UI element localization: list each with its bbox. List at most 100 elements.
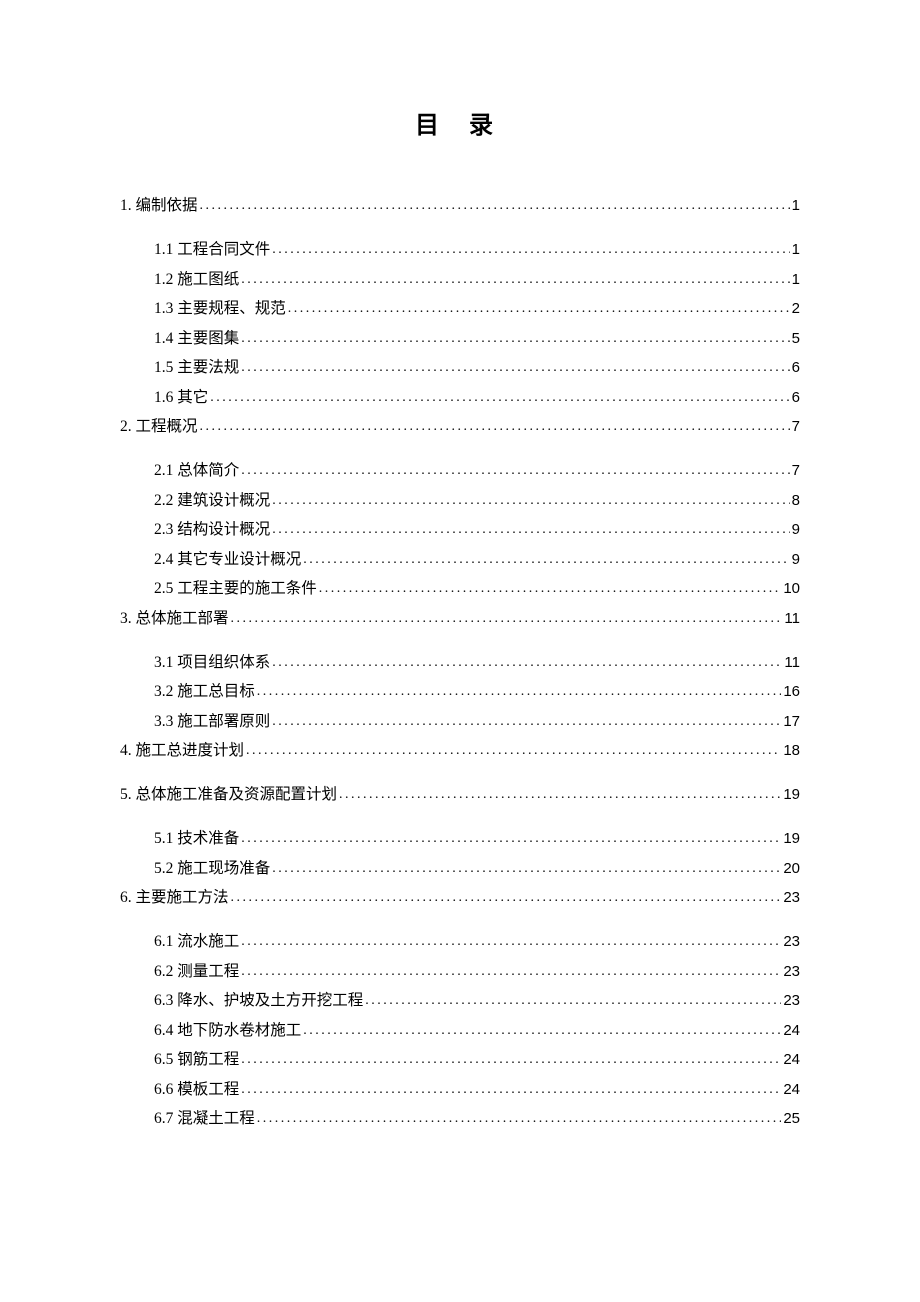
toc-leader-dots [303, 1024, 781, 1038]
toc-entry-level2[interactable]: 1.4 主要图集 5 [154, 331, 800, 347]
toc-leader-dots [257, 685, 782, 699]
toc-page-number: 1 [792, 242, 800, 257]
toc-entry-level2[interactable]: 2.1 总体简介7 [154, 463, 800, 479]
toc-page-number: 17 [783, 714, 800, 729]
toc-leader-dots [272, 656, 782, 670]
toc-leader-dots [241, 832, 781, 846]
table-of-contents: 1. 编制依据 11.1 工程合同文件11.2 施工图纸11.3 主要规程、规范… [120, 198, 800, 1127]
toc-page-number: 24 [783, 1082, 800, 1097]
toc-leader-dots [200, 199, 790, 213]
toc-leader-dots [257, 1112, 782, 1126]
toc-section: 6. 主要施工方法 236.1 流水施工236.2 测量工程236.3 降水、护… [120, 890, 800, 1127]
toc-label: 1.3 主要规程、规范 [154, 301, 286, 317]
toc-section: 1. 编制依据 11.1 工程合同文件11.2 施工图纸11.3 主要规程、规范… [120, 198, 800, 406]
toc-leader-dots [200, 420, 790, 434]
toc-page-number: 1 [792, 198, 800, 213]
toc-entry-level1[interactable]: 1. 编制依据 1 [120, 198, 800, 214]
toc-label: 1.5 主要法规 [154, 360, 239, 376]
toc-entry-level2[interactable]: 1.6 其它6 [154, 390, 800, 406]
toc-label: 2.5 工程主要的施工条件 [154, 581, 317, 597]
toc-leader-dots [231, 612, 783, 626]
toc-entry-level1[interactable]: 3. 总体施工部署 11 [120, 611, 800, 627]
toc-leader-dots [241, 464, 789, 478]
toc-entry-level2[interactable]: 3.2 施工总目标 16 [154, 684, 800, 700]
toc-page-number: 23 [783, 964, 800, 979]
toc-label: 2.3 结构设计概况 [154, 522, 270, 538]
toc-entry-level2[interactable]: 6.6 模板工程 24 [154, 1082, 800, 1098]
toc-page-number: 16 [783, 684, 800, 699]
toc-entry-level2[interactable]: 1.5 主要法规6 [154, 360, 800, 376]
toc-label: 3.2 施工总目标 [154, 684, 255, 700]
toc-label: 2.1 总体简介 [154, 463, 239, 479]
toc-leader-dots [231, 891, 782, 905]
toc-entry-level2[interactable]: 2.5 工程主要的施工条件 10 [154, 581, 800, 597]
toc-leader-dots [272, 862, 781, 876]
toc-page-number: 5 [792, 331, 800, 346]
toc-entry-level2[interactable]: 2.3 结构设计概况9 [154, 522, 800, 538]
toc-entry-level2[interactable]: 5.1 技术准备 19 [154, 831, 800, 847]
toc-leader-dots [339, 788, 781, 802]
toc-page-number: 19 [783, 831, 800, 846]
toc-label: 1.4 主要图集 [154, 331, 239, 347]
toc-page-number: 23 [783, 934, 800, 949]
toc-leader-dots [241, 1053, 781, 1067]
toc-entry-level2[interactable]: 6.3 降水、护坡及土方开挖工程23 [154, 993, 800, 1009]
toc-entry-level2[interactable]: 3.1 项目组织体系 11 [154, 655, 800, 671]
toc-leader-dots [241, 1083, 781, 1097]
toc-label: 5.2 施工现场准备 [154, 861, 270, 877]
toc-page-number: 20 [783, 861, 800, 876]
toc-section: 5. 总体施工准备及资源配置计划 19 5.1 技术准备 19 5.2 施工现场准备 2… [120, 787, 800, 877]
toc-label: 6.4 地下防水卷材施工 [154, 1023, 301, 1039]
toc-page-number: 11 [784, 655, 800, 670]
toc-leader-dots [272, 523, 789, 537]
toc-entry-level2[interactable]: 3.3 施工部署原则17 [154, 714, 800, 730]
toc-entry-level1[interactable]: 4. 施工总进度计划 18 [120, 743, 800, 759]
toc-label: 6.2 测量工程 [154, 964, 239, 980]
toc-page-number: 24 [783, 1052, 800, 1067]
toc-page-number: 2 [792, 301, 800, 316]
toc-page-number: 11 [784, 611, 800, 626]
toc-entry-level2[interactable]: 2.2 建筑设计概况8 [154, 493, 800, 509]
toc-leader-dots [272, 243, 789, 257]
toc-leader-dots [241, 273, 789, 287]
toc-label: 1. 编制依据 [120, 198, 198, 214]
toc-label: 2. 工程概况 [120, 419, 198, 435]
toc-leader-dots [365, 994, 781, 1008]
toc-entry-level2[interactable]: 6.7 混凝土工程25 [154, 1111, 800, 1127]
toc-page-number: 10 [783, 581, 800, 596]
toc-entry-level1[interactable]: 2. 工程概况 7 [120, 419, 800, 435]
toc-entry-level1[interactable]: 6. 主要施工方法 23 [120, 890, 800, 906]
toc-label: 6.6 模板工程 [154, 1082, 239, 1098]
toc-entry-level2[interactable]: 1.2 施工图纸1 [154, 272, 800, 288]
toc-label: 6. 主要施工方法 [120, 890, 229, 906]
toc-page-number: 9 [792, 552, 800, 567]
toc-leader-dots [246, 744, 781, 758]
toc-label: 6.7 混凝土工程 [154, 1111, 255, 1127]
toc-label: 1.1 工程合同文件 [154, 242, 270, 258]
toc-label: 3. 总体施工部署 [120, 611, 229, 627]
toc-page-number: 8 [792, 493, 800, 508]
toc-entry-level1[interactable]: 5. 总体施工准备及资源配置计划 19 [120, 787, 800, 803]
toc-leader-dots [288, 302, 790, 316]
toc-page-number: 23 [783, 993, 800, 1008]
toc-entry-level2[interactable]: 6.4 地下防水卷材施工 24 [154, 1023, 800, 1039]
toc-page-number: 6 [792, 390, 800, 405]
toc-entry-level2[interactable]: 5.2 施工现场准备 20 [154, 861, 800, 877]
toc-leader-dots [241, 935, 781, 949]
toc-entry-level2[interactable]: 2.4 其它专业设计概况9 [154, 552, 800, 568]
toc-label: 1.2 施工图纸 [154, 272, 239, 288]
toc-section: 4. 施工总进度计划 18 [120, 743, 800, 759]
toc-label: 5.1 技术准备 [154, 831, 239, 847]
toc-leader-dots [241, 965, 781, 979]
toc-label: 3.1 项目组织体系 [154, 655, 270, 671]
toc-leader-dots [241, 361, 789, 375]
toc-entry-level2[interactable]: 1.1 工程合同文件 1 [154, 242, 800, 258]
toc-leader-dots [319, 582, 782, 596]
toc-page-number: 24 [783, 1023, 800, 1038]
toc-entry-level2[interactable]: 1.3 主要规程、规范 2 [154, 301, 800, 317]
toc-entry-level2[interactable]: 6.1 流水施工23 [154, 934, 800, 950]
toc-entry-level2[interactable]: 6.2 测量工程 23 [154, 964, 800, 980]
toc-leader-dots [241, 332, 789, 346]
page-title: 目 录 [120, 105, 800, 140]
toc-entry-level2[interactable]: 6.5 钢筋工程24 [154, 1052, 800, 1068]
